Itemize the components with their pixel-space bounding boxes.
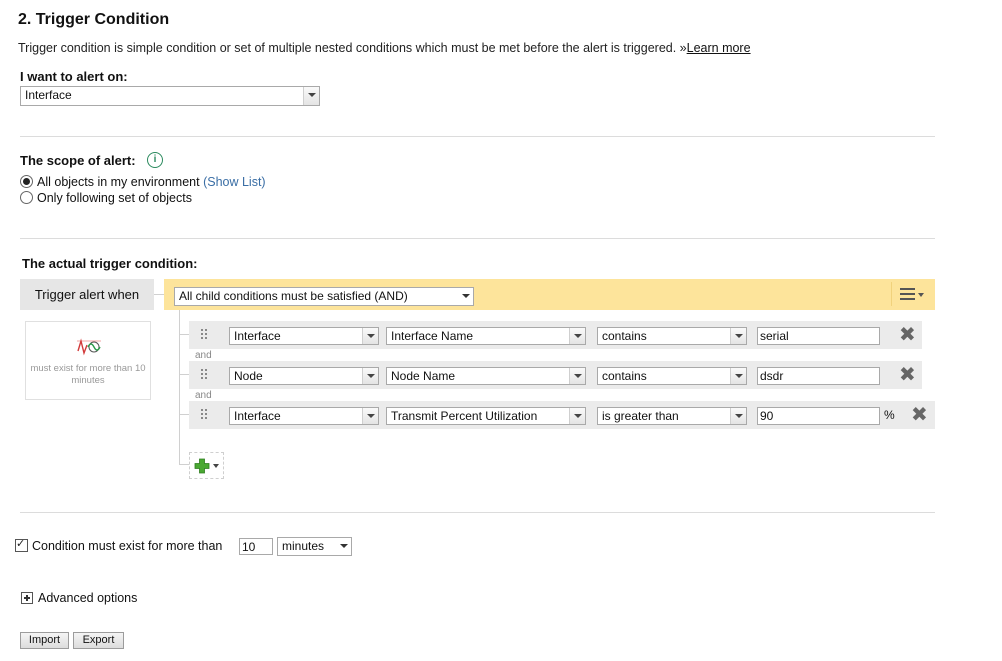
alert-on-value: Interface xyxy=(25,88,72,102)
add-condition-icon xyxy=(194,458,210,474)
alert-on-select[interactable]: Interface xyxy=(20,86,320,106)
alert-on-label: I want to alert on: xyxy=(20,69,128,84)
chevron-down-icon xyxy=(569,328,585,344)
drag-handle-icon[interactable] xyxy=(201,369,209,381)
and-connector: and xyxy=(195,390,212,401)
divider xyxy=(20,512,935,513)
chevron-down-icon xyxy=(569,408,585,424)
condition-operator-select[interactable]: is greater than xyxy=(597,407,747,425)
condition-value-input[interactable]: dsdr xyxy=(757,367,880,385)
delete-condition-icon[interactable]: ✖ xyxy=(911,405,928,425)
condition-field-select[interactable]: Interface Name xyxy=(386,327,586,345)
chevron-down-icon xyxy=(730,408,746,424)
condition-operator-select[interactable]: contains xyxy=(597,367,747,385)
chevron-down-icon xyxy=(213,464,219,468)
chevron-down-icon xyxy=(303,87,319,105)
condition-value-input[interactable]: serial xyxy=(757,327,880,345)
scope-following-label: Only following set of objects xyxy=(37,191,192,205)
condition-object-select[interactable]: Interface xyxy=(229,327,379,345)
condition-field-select[interactable]: Node Name xyxy=(386,367,586,385)
condition-object-value: Node xyxy=(234,369,263,383)
condition-operator-value: contains xyxy=(602,329,647,343)
condition-group-header: All child conditions must be satisfied (… xyxy=(164,279,935,310)
condition-object-select[interactable]: Interface xyxy=(229,407,379,425)
chevron-down-icon xyxy=(362,368,378,384)
and-connector: and xyxy=(195,350,212,361)
condition-operator-select[interactable]: contains xyxy=(597,327,747,345)
chevron-down-icon xyxy=(918,293,924,297)
scope-all-label: All objects in my environment xyxy=(37,175,200,189)
chevron-down-icon xyxy=(730,328,746,344)
condition-row: Node Node Name contains dsdr ✖ xyxy=(189,361,922,389)
drag-handle-icon[interactable] xyxy=(201,329,209,341)
duration-value-input[interactable]: 10 xyxy=(239,538,273,555)
drag-handle-icon[interactable] xyxy=(201,409,209,421)
tree-branch xyxy=(179,414,189,415)
delete-condition-icon[interactable]: ✖ xyxy=(899,365,916,385)
learn-more-link[interactable]: Learn more xyxy=(687,41,751,55)
divider xyxy=(20,238,935,239)
condition-row: Interface Transmit Percent Utilization i… xyxy=(189,401,935,429)
condition-field-value: Node Name xyxy=(391,369,456,383)
condition-unit: % xyxy=(884,408,895,422)
condition-object-select[interactable]: Node xyxy=(229,367,379,385)
scope-all-option: All objects in my environment (Show List… xyxy=(37,175,266,189)
advanced-options-toggle[interactable]: Advanced options xyxy=(38,591,137,605)
condition-object-value: Interface xyxy=(234,409,281,423)
chevron-down-icon xyxy=(336,538,351,554)
group-menu-button[interactable] xyxy=(891,282,928,306)
group-mode-select[interactable]: All child conditions must be satisfied (… xyxy=(174,287,474,306)
condition-value-input[interactable]: 90 xyxy=(757,407,880,425)
chevron-down-icon xyxy=(362,408,378,424)
condition-operator-value: contains xyxy=(602,369,647,383)
tree-branch xyxy=(179,464,189,465)
scope-following-radio[interactable] xyxy=(20,191,33,204)
trigger-alert-when: Trigger alert when xyxy=(20,279,154,310)
trigger-condition-label: The actual trigger condition: xyxy=(22,256,198,271)
condition-field-select[interactable]: Transmit Percent Utilization xyxy=(386,407,586,425)
section-description: Trigger condition is simple condition or… xyxy=(18,41,751,55)
show-list-link[interactable]: (Show List) xyxy=(203,175,266,189)
export-button[interactable]: Export xyxy=(73,632,124,649)
chevron-down-icon xyxy=(730,368,746,384)
scope-label: The scope of alert: xyxy=(20,153,136,168)
duration-checkbox[interactable] xyxy=(15,537,28,552)
duration-summary-caption: must exist for more than 10 minutes xyxy=(30,363,146,386)
hamburger-menu-icon xyxy=(900,288,915,300)
duration-unit-select[interactable]: minutes xyxy=(277,537,352,556)
tree-branch xyxy=(179,374,189,375)
duration-unit-value: minutes xyxy=(282,539,325,553)
chevron-down-icon xyxy=(362,328,378,344)
condition-row: Interface Interface Name contains serial… xyxy=(189,321,922,349)
group-mode-value: All child conditions must be satisfied (… xyxy=(179,289,408,303)
duration-label: Condition must exist for more than xyxy=(32,539,223,553)
tree-connector xyxy=(154,294,164,295)
duration-summary-box: must exist for more than 10 minutes xyxy=(25,321,151,400)
import-button[interactable]: Import xyxy=(20,632,69,649)
add-condition-button[interactable] xyxy=(189,452,224,479)
chevron-down-icon xyxy=(458,288,473,304)
divider xyxy=(20,136,935,137)
tree-branch xyxy=(179,334,189,335)
condition-field-value: Transmit Percent Utilization xyxy=(391,409,538,423)
description-text: Trigger condition is simple condition or… xyxy=(18,41,687,55)
condition-operator-value: is greater than xyxy=(602,409,679,423)
wave-icon xyxy=(77,338,101,356)
info-icon[interactable]: i xyxy=(147,152,163,168)
expand-icon[interactable] xyxy=(21,592,33,604)
scope-all-radio[interactable] xyxy=(20,175,33,188)
delete-condition-icon[interactable]: ✖ xyxy=(899,325,916,345)
chevron-down-icon xyxy=(569,368,585,384)
condition-field-value: Interface Name xyxy=(391,329,474,343)
condition-object-value: Interface xyxy=(234,329,281,343)
section-title: 2. Trigger Condition xyxy=(18,11,170,28)
